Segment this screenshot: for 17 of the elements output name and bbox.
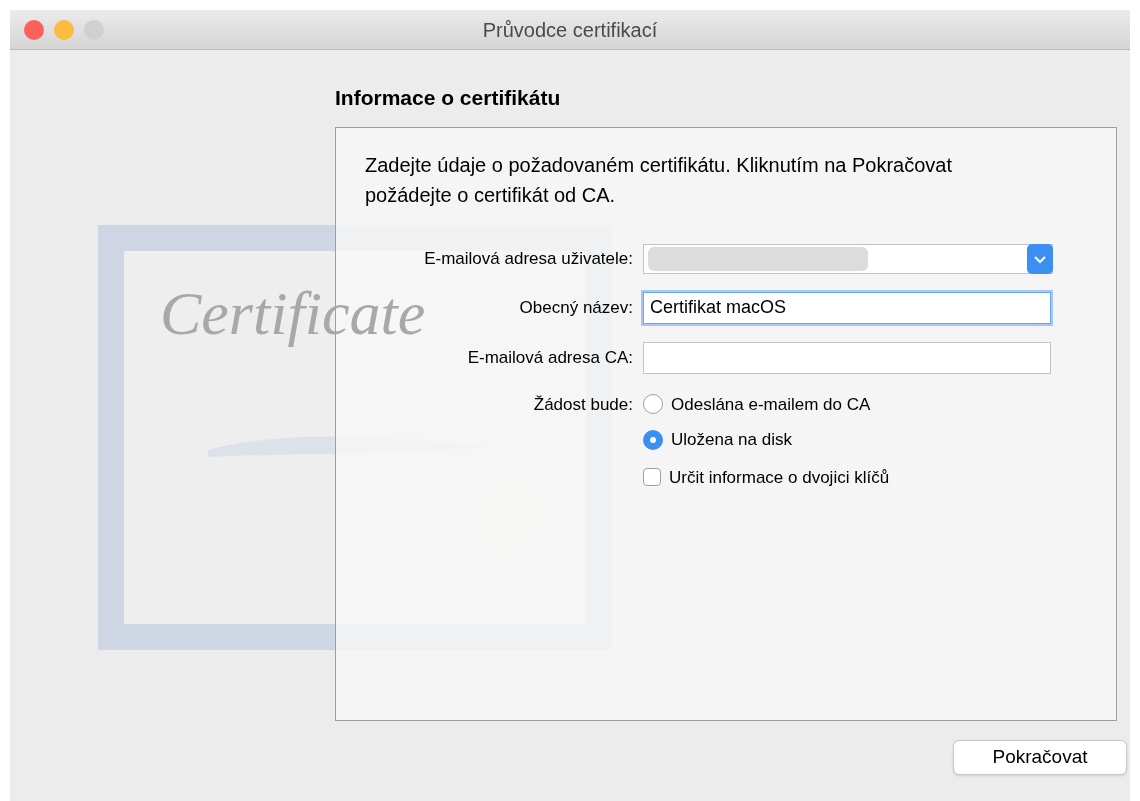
window-control-button[interactable]: [24, 19, 44, 40]
field-label: E-mailová adresa uživatele:: [423, 247, 633, 270]
key-pair-checkbox[interactable]: Určit informace o dvojici klíčů: [643, 464, 890, 490]
field-label: Žádost bude:: [532, 393, 633, 416]
radio-option[interactable]: Odeslána e-mailem do CA: [643, 391, 890, 417]
instructions: Zadejte údaje o požadovaném certifikátu. Kliknutím na Pokračovat požádejte o certifikát od CA.: [365, 152, 953, 208]
field-label: Obecný název:: [518, 296, 633, 319]
continue-button[interactable]: Pokračovat: [953, 739, 1127, 775]
field-label: E-mailová adresa CA:: [466, 346, 633, 369]
radio-option[interactable]: Uložena na disk: [643, 427, 890, 453]
text-field[interactable]: [643, 341, 1051, 374]
window-control-button[interactable]: [54, 19, 74, 40]
section-heading: Informace o certifikátu: [335, 85, 562, 111]
dropdown-chevron-icon: [1027, 243, 1053, 274]
text-field[interactable]: Certifikat macOS: [643, 291, 1051, 324]
email-combo-box[interactable]: [643, 243, 1053, 274]
window-title: Průvodce certifikací: [482, 17, 658, 43]
